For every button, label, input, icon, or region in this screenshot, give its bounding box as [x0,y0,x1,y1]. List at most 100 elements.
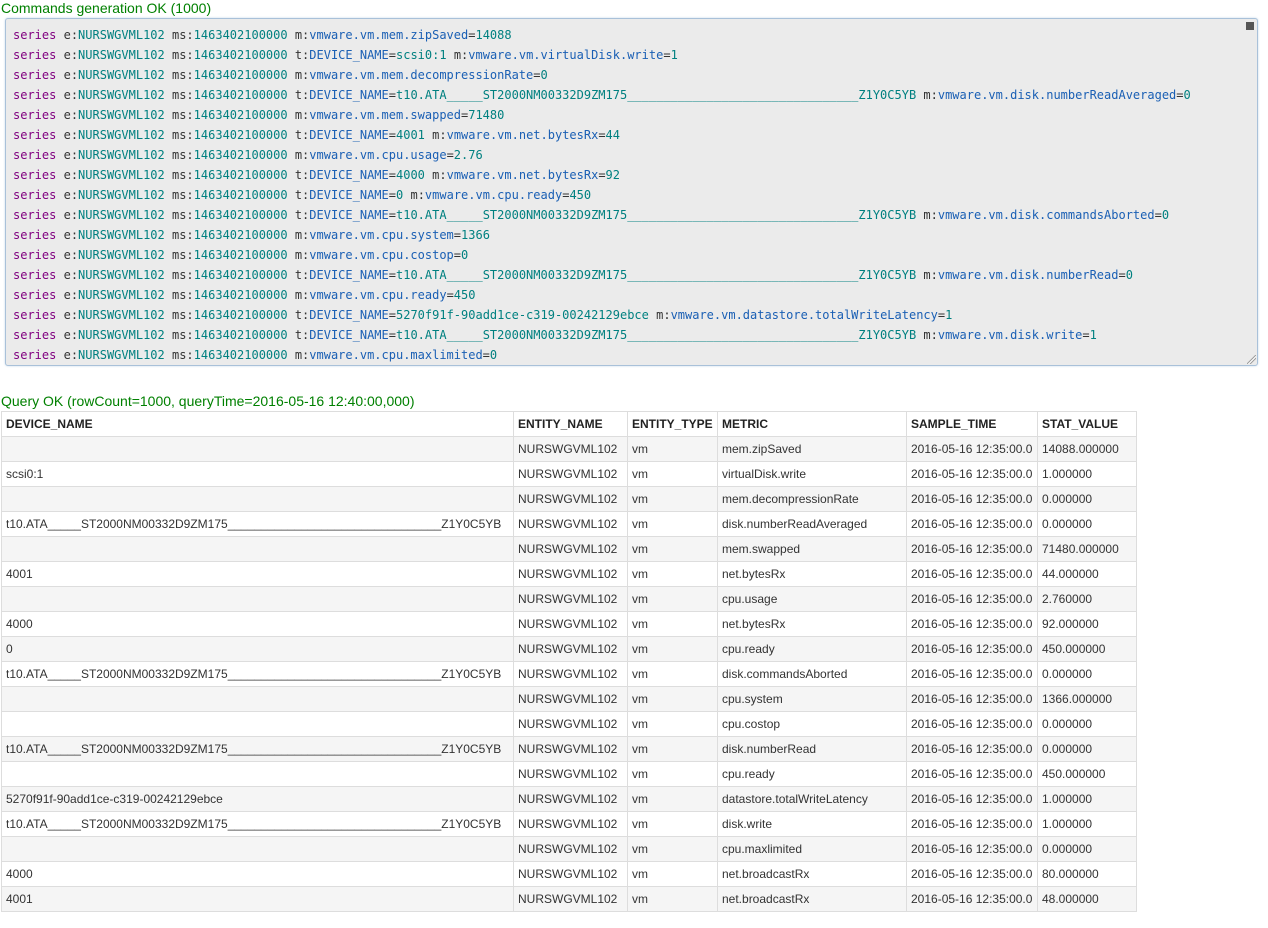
time-value: 1463402100000 [193,168,288,182]
metric-prefix: m: [294,248,310,262]
resize-grip-icon[interactable] [1247,355,1256,364]
time-value: 1463402100000 [193,88,288,102]
commands-textarea[interactable]: series e:NURSWGVML102 ms:1463402100000 m… [5,18,1258,366]
cell-entity-type: vm [627,561,718,587]
metric-name: vmware.vm.net.bytesRx [446,128,599,142]
time-value: 1463402100000 [193,268,288,282]
column-header-entity-name[interactable]: ENTITY_NAME [513,411,628,437]
cell-entity-name: NURSWGVML102 [513,711,628,737]
commands-list: series e:NURSWGVML102 ms:1463402100000 m… [13,25,1191,365]
column-header-stat-value[interactable]: STAT_VALUE [1037,411,1137,437]
cell-metric: mem.decompressionRate [717,486,907,512]
cell-stat-value: 48.000000 [1037,886,1137,912]
cell-sample-time: 2016-05-16 12:35:00.0 [906,561,1038,587]
tag-eq: = [388,308,396,322]
cell-device-name [1,711,514,737]
command-line: series e:NURSWGVML102 ms:1463402100000 t… [13,305,1191,325]
cell-stat-value: 0.000000 [1037,661,1137,687]
cell-entity-name: NURSWGVML102 [513,836,628,862]
column-header-device-name[interactable]: DEVICE_NAME [1,411,514,437]
time-value: 1463402100000 [193,348,288,362]
tag-prefix: t: [294,48,310,62]
time-prefix: ms: [171,148,194,162]
time-prefix: ms: [171,248,194,262]
cell-stat-value: 0.000000 [1037,486,1137,512]
entity-prefix: e: [63,348,79,362]
cell-metric: mem.zipSaved [717,436,907,462]
tag-key: DEVICE_NAME [309,188,389,202]
command-keyword: series [13,188,57,202]
cell-entity-type: vm [627,761,718,787]
command-line: series e:NURSWGVML102 ms:1463402100000 m… [13,105,1191,125]
cell-entity-name: NURSWGVML102 [513,811,628,837]
time-prefix: ms: [171,268,194,282]
cell-entity-type: vm [627,686,718,712]
scroll-handle[interactable] [1246,22,1254,30]
metric-prefix: m: [432,128,447,142]
entity-prefix: e: [63,268,79,282]
cell-device-name [1,586,514,612]
tag-prefix: t: [294,268,310,282]
time-prefix: ms: [171,188,194,202]
table-row: 0 NURSWGVML102 vm cpu.ready 2016-05-16 12:35… [1,636,1137,662]
metric-value: 1 [1089,328,1097,342]
column-header-sample-time[interactable]: SAMPLE_TIME [906,411,1038,437]
cell-stat-value: 2.760000 [1037,586,1137,612]
cell-entity-type: vm [627,636,718,662]
command-keyword: series [13,128,57,142]
table-row: NURSWGVML102 vm mem.zipSaved 2016-05-16 12:… [1,436,1137,462]
command-line: series e:NURSWGVML102 ms:1463402100000 t… [13,265,1191,285]
entity-prefix: e: [63,248,79,262]
table-row: 4000 NURSWGVML102 vm net.bytesRx 2016-05-16 … [1,611,1137,637]
metric-prefix: m: [294,68,310,82]
cell-entity-type: vm [627,786,718,812]
cell-device-name: 4000 [1,861,514,887]
column-header-entity-type[interactable]: ENTITY_TYPE [627,411,718,437]
command-keyword: series [13,168,57,182]
cell-entity-name: NURSWGVML102 [513,611,628,637]
entity-value: NURSWGVML102 [78,248,165,262]
metric-prefix: m: [294,148,310,162]
command-keyword: series [13,268,57,282]
metric-prefix: m: [453,48,469,62]
table-row: t10.ATA_____ST2000NM00332D9ZM175________… [1,736,1137,762]
column-header-metric[interactable]: METRIC [717,411,907,437]
cell-sample-time: 2016-05-16 12:35:00.0 [906,611,1038,637]
time-prefix: ms: [171,48,194,62]
command-line: series e:NURSWGVML102 ms:1463402100000 t… [13,165,1191,185]
time-prefix: ms: [171,308,194,322]
metric-name: vmware.vm.cpu.ready [309,288,447,302]
time-prefix: ms: [171,288,194,302]
entity-prefix: e: [63,328,79,342]
cell-device-name: 5270f91f-90add1ce-c319-00242129ebce [1,786,514,812]
command-line: series e:NURSWGVML102 ms:1463402100000 m… [13,65,1191,85]
cell-entity-type: vm [627,711,718,737]
cell-device-name: 4001 [1,561,514,587]
cell-sample-time: 2016-05-16 12:35:00.0 [906,586,1038,612]
entity-value: NURSWGVML102 [78,348,165,362]
cell-metric: cpu.maxlimited [717,836,907,862]
cell-entity-type: vm [627,811,718,837]
table-row: NURSWGVML102 vm cpu.ready 2016-05-16 12:35:… [1,761,1137,787]
tag-value: 4000 [396,168,425,182]
tag-value: t10.ATA_____ST2000NM00332D9ZM175________… [396,268,917,282]
time-prefix: ms: [171,108,194,122]
entity-prefix: e: [63,148,79,162]
cell-sample-time: 2016-05-16 12:35:00.0 [906,536,1038,562]
tag-prefix: t: [294,168,310,182]
entity-value: NURSWGVML102 [78,268,165,282]
cell-sample-time: 2016-05-16 12:35:00.0 [906,786,1038,812]
metric-prefix: m: [294,28,310,42]
cell-metric: cpu.usage [717,586,907,612]
cell-metric: net.bytesRx [717,611,907,637]
cell-metric: cpu.costop [717,711,907,737]
entity-prefix: e: [63,28,79,42]
time-prefix: ms: [171,68,194,82]
cell-sample-time: 2016-05-16 12:35:00.0 [906,461,1038,487]
tag-eq: = [388,208,396,222]
metric-eq: = [453,228,462,242]
cell-entity-name: NURSWGVML102 [513,636,628,662]
time-prefix: ms: [171,88,194,102]
cell-device-name [1,436,514,462]
time-value: 1463402100000 [193,328,288,342]
